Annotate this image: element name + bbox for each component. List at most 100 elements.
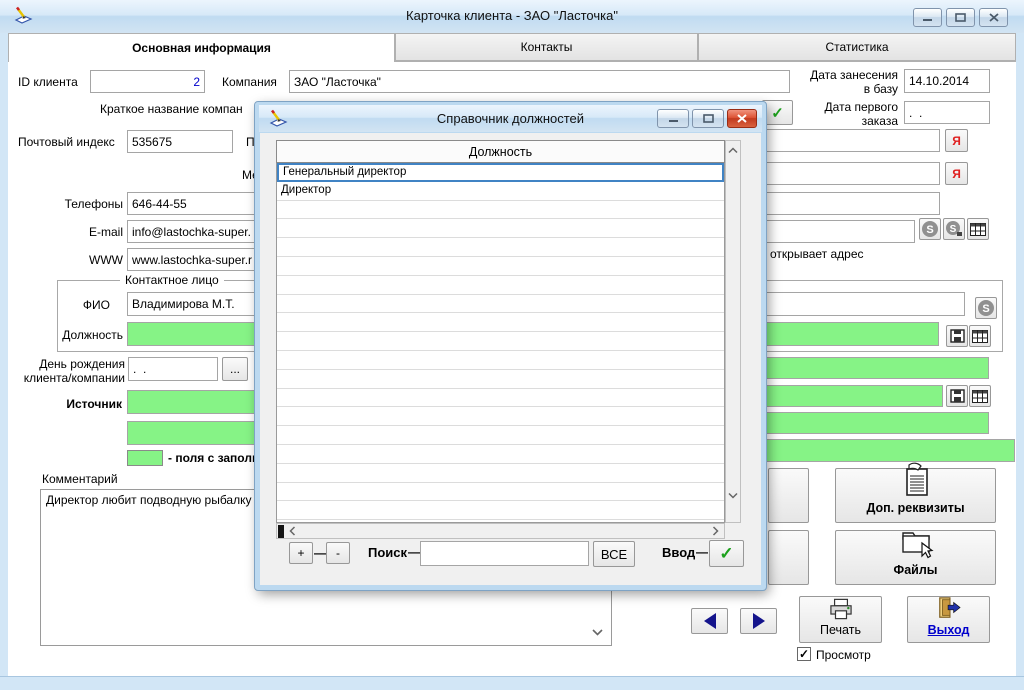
dash-connector: —: [408, 545, 420, 559]
column-header-label: Должность: [468, 144, 533, 159]
position-label: Должность: [62, 328, 123, 342]
right-frame: [1016, 33, 1024, 676]
list-item[interactable]: Генеральный директор: [277, 163, 724, 182]
birthday-label: День рождения клиента/компании: [23, 357, 125, 385]
scrollbar-thumb[interactable]: [278, 525, 284, 538]
scroll-right-icon[interactable]: [708, 524, 722, 538]
list-item[interactable]: [277, 483, 724, 502]
bottom-frame: [0, 676, 1024, 690]
green-field-r4[interactable]: [765, 439, 1015, 462]
green-field-r1[interactable]: [765, 357, 989, 379]
dialog-minimize-button[interactable]: [657, 109, 689, 128]
date-added-input[interactable]: [904, 69, 990, 93]
hidden-button-2[interactable]: [768, 530, 809, 585]
all-button[interactable]: ВСЕ: [593, 541, 635, 567]
list-item[interactable]: [277, 389, 724, 408]
preview-label: Просмотр: [816, 648, 871, 662]
client-card-window: Карточка клиента - ЗАО "Ласточка" Основн…: [0, 0, 1024, 690]
list-item[interactable]: [277, 445, 724, 464]
reference-icon[interactable]: [946, 325, 968, 347]
source-label: Источник: [66, 397, 122, 411]
phones-label: Телефоны: [64, 197, 123, 211]
close-button[interactable]: [979, 8, 1008, 27]
window-title: Карточка клиента - ЗАО "Ласточка": [406, 8, 618, 23]
scroll-down-icon[interactable]: [726, 488, 740, 502]
preview-checkbox[interactable]: ✓: [797, 647, 811, 661]
grid-icon[interactable]: [967, 218, 989, 240]
search-input[interactable]: [420, 541, 589, 566]
list-item[interactable]: [277, 313, 724, 333]
date-added-label: Дата занесения в базу: [810, 68, 898, 96]
dialog-close-button[interactable]: [727, 109, 757, 128]
email-label: E-mail: [88, 225, 123, 239]
list-item[interactable]: [277, 276, 724, 295]
company-input[interactable]: [289, 70, 790, 93]
maximize-button[interactable]: [946, 8, 975, 27]
next-record-button[interactable]: [740, 608, 777, 634]
list-item[interactable]: [277, 201, 724, 220]
skype-call-icon[interactable]: S: [943, 218, 965, 240]
vertical-scrollbar[interactable]: [725, 140, 741, 523]
prev-record-button[interactable]: [691, 608, 728, 634]
document-icon: [899, 462, 933, 498]
reference-icon[interactable]: [946, 385, 968, 407]
client-id-input[interactable]: [90, 70, 205, 93]
green-field-r2[interactable]: [765, 385, 943, 407]
enter-label: Ввод: [662, 545, 696, 560]
grid-icon[interactable]: [969, 325, 991, 347]
ellipsis-button[interactable]: ...: [222, 357, 248, 381]
list-item[interactable]: [277, 219, 724, 239]
list-item[interactable]: [277, 464, 724, 483]
files-button[interactable]: Файлы: [835, 530, 996, 585]
folder-cursor-icon: [896, 526, 936, 560]
scroll-left-icon[interactable]: [285, 524, 299, 538]
tab-label: Основная информация: [132, 41, 271, 55]
list-item[interactable]: [277, 426, 724, 445]
list-item[interactable]: [277, 351, 724, 370]
hidden-button-1[interactable]: [768, 468, 809, 523]
main-titlebar: Карточка клиента - ЗАО "Ласточка": [0, 0, 1024, 34]
postal-code-input[interactable]: [127, 130, 233, 153]
arrow-left-icon: [703, 613, 716, 629]
add-row-button[interactable]: +: [289, 542, 313, 564]
ya-letter: Я: [952, 166, 961, 181]
list-item[interactable]: [277, 501, 724, 521]
tab-contacts[interactable]: Контакты: [395, 33, 698, 61]
list-item[interactable]: Директор: [277, 182, 724, 201]
extra-requisites-button[interactable]: Доп. реквизиты: [835, 462, 996, 523]
birthday-input[interactable]: [128, 357, 218, 381]
printer-icon: [827, 598, 855, 620]
dash-connector: —: [696, 545, 708, 559]
first-order-input[interactable]: [904, 101, 990, 124]
yandex-button-2[interactable]: Я: [945, 162, 968, 185]
dialog-maximize-button[interactable]: [692, 109, 724, 128]
svg-text:S: S: [950, 224, 957, 235]
green-field-r3[interactable]: [765, 412, 989, 434]
legend-text: - поля с заполн: [168, 451, 256, 465]
tab-statistics[interactable]: Статистика: [698, 33, 1016, 61]
print-button[interactable]: Печать: [799, 596, 882, 643]
button-label: Файлы: [893, 563, 938, 577]
list-item[interactable]: [277, 370, 724, 389]
scroll-up-icon[interactable]: [726, 143, 740, 157]
confirm-button[interactable]: ✓: [709, 540, 744, 567]
list-item[interactable]: [277, 295, 724, 314]
horizontal-scrollbar[interactable]: [276, 523, 725, 539]
list-item[interactable]: [277, 238, 724, 257]
exit-button[interactable]: Выход: [907, 596, 990, 643]
label-fragment-p: П: [246, 135, 255, 149]
minimize-button[interactable]: [913, 8, 942, 27]
remove-row-button[interactable]: -: [326, 542, 350, 564]
postal-code-label: Почтовый индекс: [18, 135, 115, 149]
skype-icon[interactable]: S: [919, 218, 941, 240]
grid-icon[interactable]: [969, 385, 991, 407]
list-item[interactable]: [277, 257, 724, 276]
yandex-button-1[interactable]: Я: [945, 129, 968, 152]
skype-icon[interactable]: S: [975, 297, 997, 319]
company-ok-button[interactable]: ✓: [762, 100, 793, 125]
list-item[interactable]: [277, 332, 724, 351]
opens-address-note: открывает адрес: [770, 247, 864, 261]
scroll-down-icon[interactable]: [592, 628, 603, 636]
tab-main-info[interactable]: Основная информация: [8, 33, 395, 62]
list-item[interactable]: [277, 407, 724, 427]
